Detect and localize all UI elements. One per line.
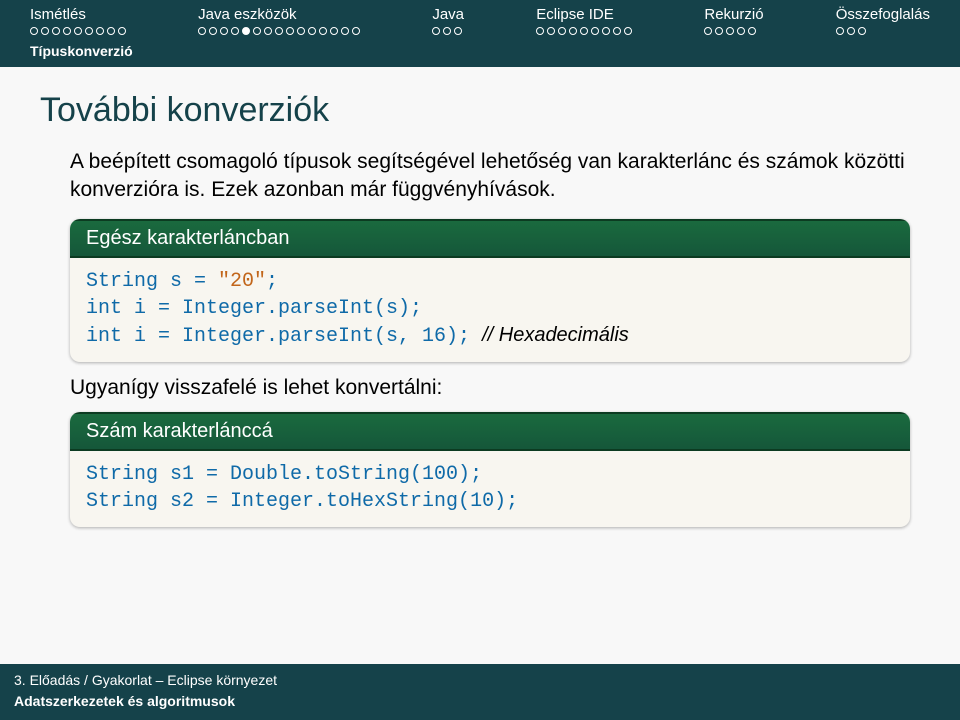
nav-progress-dots (836, 27, 930, 35)
progress-dot[interactable] (41, 27, 49, 35)
slide-footer: 3. Előadás / Gyakorlat – Eclipse környez… (0, 664, 960, 720)
section-nav: Ismétlés Java eszközök Java Eclipse IDE Reku… (0, 0, 960, 39)
progress-dot[interactable] (748, 27, 756, 35)
progress-dot[interactable] (253, 27, 261, 35)
footer-line-2: Adatszerkezetek és algoritmusok (14, 691, 946, 712)
nav-item-label: Rekurzió (704, 6, 763, 23)
progress-dot[interactable] (624, 27, 632, 35)
progress-dot[interactable] (96, 27, 104, 35)
slide-content: További konverziók A beépített csomagoló… (0, 67, 960, 527)
progress-dot[interactable] (726, 27, 734, 35)
nav-item[interactable]: Java eszközök (198, 6, 360, 35)
progress-dot[interactable] (85, 27, 93, 35)
code-block-1: Egész karakterláncban String s = "20"; i… (70, 219, 910, 362)
nav-item[interactable]: Ismétlés (30, 6, 126, 35)
progress-dot[interactable] (443, 27, 451, 35)
progress-dot[interactable] (536, 27, 544, 35)
nav-progress-dots (536, 27, 632, 35)
nav-item[interactable]: Rekurzió (704, 6, 763, 35)
progress-dot[interactable] (558, 27, 566, 35)
code-block-2-body: String s1 = Double.toString(100); String… (70, 451, 910, 527)
nav-progress-dots (198, 27, 360, 35)
progress-dot[interactable] (118, 27, 126, 35)
nav-item[interactable]: Eclipse IDE (536, 6, 632, 35)
progress-dot[interactable] (836, 27, 844, 35)
nav-progress-dots (432, 27, 464, 35)
progress-dot[interactable] (858, 27, 866, 35)
progress-dot[interactable] (264, 27, 272, 35)
nav-item-label: Ismétlés (30, 6, 126, 23)
progress-dot[interactable] (591, 27, 599, 35)
progress-dot[interactable] (209, 27, 217, 35)
nav-item[interactable]: Java (432, 6, 464, 35)
subsection-label: Típuskonverzió (0, 39, 960, 67)
progress-dot[interactable] (704, 27, 712, 35)
progress-dot[interactable] (74, 27, 82, 35)
progress-dot[interactable] (297, 27, 305, 35)
progress-dot[interactable] (580, 27, 588, 35)
progress-dot[interactable] (30, 27, 38, 35)
progress-dot[interactable] (198, 27, 206, 35)
progress-dot[interactable] (737, 27, 745, 35)
progress-dot[interactable] (231, 27, 239, 35)
progress-dot[interactable] (602, 27, 610, 35)
code-block-2: Szám karakterlánccá String s1 = Double.t… (70, 412, 910, 527)
nav-item-label: Java eszközök (198, 6, 360, 23)
progress-dot[interactable] (352, 27, 360, 35)
progress-dot[interactable] (275, 27, 283, 35)
footer-line-1: 3. Előadás / Gyakorlat – Eclipse környez… (14, 670, 946, 691)
progress-dot[interactable] (286, 27, 294, 35)
progress-dot[interactable] (341, 27, 349, 35)
progress-dot[interactable] (547, 27, 555, 35)
intro-paragraph: A beépített csomagoló típusok segítségév… (70, 148, 920, 205)
mid-paragraph: Ugyanígy visszafelé is lehet konvertálni… (70, 376, 920, 400)
nav-item-label: Java (432, 6, 464, 23)
nav-item-label: Eclipse IDE (536, 6, 632, 23)
progress-dot[interactable] (847, 27, 855, 35)
progress-dot[interactable] (319, 27, 327, 35)
progress-dot[interactable] (242, 27, 250, 35)
nav-item-label: Összefoglalás (836, 6, 930, 23)
progress-dot[interactable] (569, 27, 577, 35)
slide-title: További konverziók (40, 91, 920, 130)
progress-dot[interactable] (454, 27, 462, 35)
progress-dot[interactable] (220, 27, 228, 35)
progress-dot[interactable] (330, 27, 338, 35)
nav-progress-dots (30, 27, 126, 35)
nav-item[interactable]: Összefoglalás (836, 6, 930, 35)
code-block-1-header: Egész karakterláncban (70, 219, 910, 258)
code-block-2-header: Szám karakterlánccá (70, 412, 910, 451)
progress-dot[interactable] (308, 27, 316, 35)
progress-dot[interactable] (107, 27, 115, 35)
progress-dot[interactable] (715, 27, 723, 35)
progress-dot[interactable] (63, 27, 71, 35)
nav-progress-dots (704, 27, 763, 35)
progress-dot[interactable] (432, 27, 440, 35)
code-block-1-body: String s = "20"; int i = Integer.parseIn… (70, 258, 910, 362)
progress-dot[interactable] (52, 27, 60, 35)
progress-dot[interactable] (613, 27, 621, 35)
